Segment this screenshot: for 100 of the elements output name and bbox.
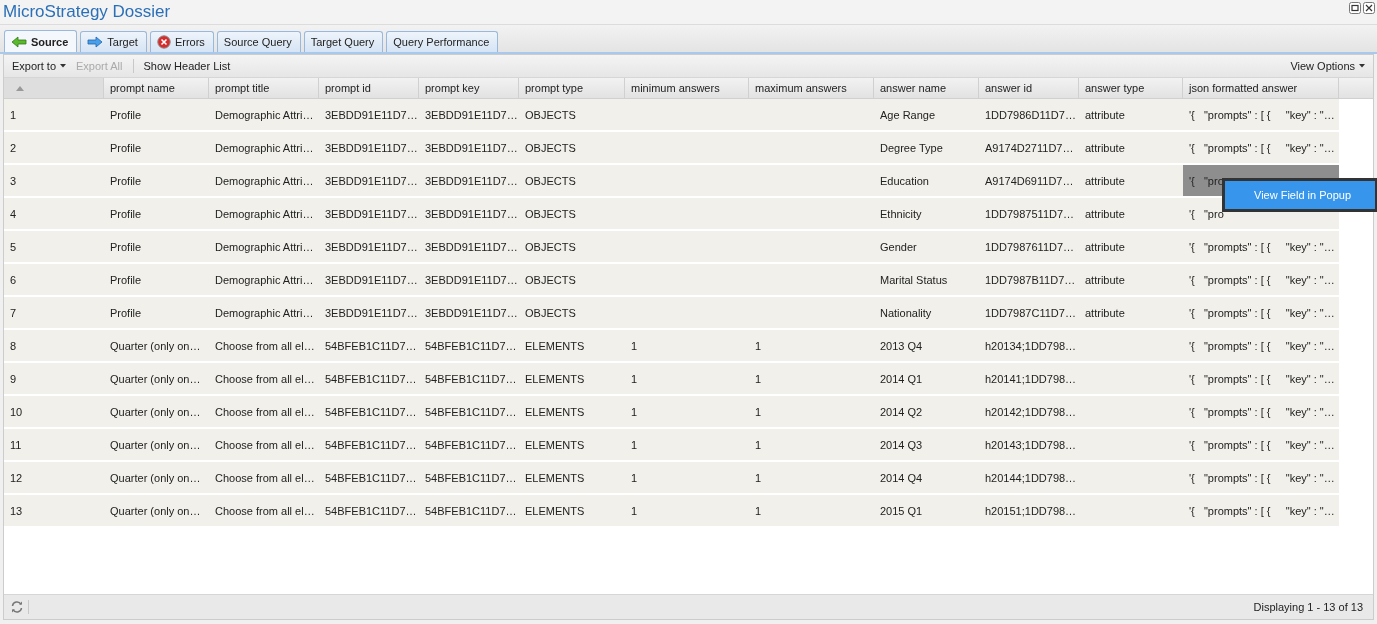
right-arrow-icon <box>87 36 104 48</box>
column-header[interactable]: prompt id <box>319 78 419 98</box>
table-cell: '{ "prompts" : [ { "key" : "… <box>1183 330 1339 361</box>
table-cell: 54BFEB1C11D7… <box>319 462 419 493</box>
table-cell: OBJECTS <box>519 198 625 229</box>
table-cell: Gender <box>874 231 979 262</box>
table-cell: 1 <box>749 396 874 427</box>
column-header[interactable]: prompt type <box>519 78 625 98</box>
table-cell: 1 <box>625 363 749 394</box>
table-cell: '{ "prompts" : [ { "key" : "… <box>1183 462 1339 493</box>
table-cell: 1DD7987C11D7… <box>979 297 1079 328</box>
tab[interactable]: Source <box>4 30 78 52</box>
table-cell: OBJECTS <box>519 99 625 130</box>
table-cell: Demographic Attri… <box>209 165 319 196</box>
row-number: 9 <box>4 363 104 394</box>
table-cell: 2014 Q4 <box>874 462 979 493</box>
column-header[interactable]: prompt name <box>104 78 209 98</box>
error-icon <box>156 35 171 49</box>
table-cell: 2014 Q3 <box>874 429 979 460</box>
table-cell: Choose from all el… <box>209 429 319 460</box>
tab[interactable]: Target Query <box>303 31 384 52</box>
table-cell: Quarter (only on… <box>104 363 209 394</box>
row-number: 3 <box>4 165 104 196</box>
table-cell: Demographic Attri… <box>209 297 319 328</box>
table-cell: 1 <box>749 429 874 460</box>
table-cell: 3EBDD91E11D7… <box>319 264 419 295</box>
table-cell: attribute <box>1079 264 1183 295</box>
show-header-list-button[interactable]: Show Header List <box>139 58 235 74</box>
table-cell: '{ "prompts" : [ { "key" : "… <box>1183 363 1339 394</box>
tab[interactable]: Errors <box>149 31 214 52</box>
table-cell: Quarter (only on… <box>104 429 209 460</box>
table-cell: Quarter (only on… <box>104 330 209 361</box>
table-cell: '{ "prompts" : [ { "key" : "… <box>1183 297 1339 328</box>
tab[interactable]: Target <box>80 31 147 52</box>
table-cell: 1 <box>625 330 749 361</box>
table-cell: Demographic Attri… <box>209 231 319 262</box>
refresh-icon[interactable] <box>10 600 24 614</box>
row-number: 5 <box>4 231 104 262</box>
table-cell: Choose from all el… <box>209 396 319 427</box>
table-cell: 54BFEB1C11D7… <box>319 396 419 427</box>
table-cell: 3EBDD91E11D7… <box>419 264 519 295</box>
close-icon[interactable] <box>1363 2 1375 14</box>
status-text: Displaying 1 - 13 of 13 <box>1253 601 1363 613</box>
column-header[interactable]: prompt title <box>209 78 319 98</box>
table-cell: OBJECTS <box>519 297 625 328</box>
column-header[interactable]: json formatted answer <box>1183 78 1339 98</box>
table-cell: 1 <box>749 363 874 394</box>
table-cell: '{ "prompts" : [ { "key" : "… <box>1183 132 1339 163</box>
table-cell: 1 <box>749 330 874 361</box>
table-cell: 1DD7987511D7… <box>979 198 1079 229</box>
table-cell: 2013 Q4 <box>874 330 979 361</box>
column-header[interactable]: prompt key <box>419 78 519 98</box>
row-number: 10 <box>4 396 104 427</box>
maximize-icon[interactable] <box>1349 2 1361 14</box>
tab[interactable]: Query Performance <box>386 31 499 52</box>
column-header[interactable]: minimum answers <box>625 78 749 98</box>
table-cell: 3EBDD91E11D7… <box>419 231 519 262</box>
table-cell: 54BFEB1C11D7… <box>419 363 519 394</box>
row-number: 2 <box>4 132 104 163</box>
column-header[interactable]: answer id <box>979 78 1079 98</box>
table-cell: 54BFEB1C11D7… <box>319 495 419 526</box>
table-cell: Choose from all el… <box>209 462 319 493</box>
table-cell: 54BFEB1C11D7… <box>319 363 419 394</box>
column-header[interactable]: answer type <box>1079 78 1183 98</box>
table-cell: Choose from all el… <box>209 495 319 526</box>
table-cell: 1 <box>625 462 749 493</box>
row-number: 1 <box>4 99 104 130</box>
table-cell: 54BFEB1C11D7… <box>419 396 519 427</box>
export-to-menu[interactable]: Export to <box>8 58 71 74</box>
table-cell: 1 <box>749 495 874 526</box>
table-cell: h20142;1DD798… <box>979 396 1079 427</box>
table-cell: '{ "prompts" : [ { "key" : "… <box>1183 396 1339 427</box>
column-header[interactable]: maximum answers <box>749 78 874 98</box>
table-cell: 3EBDD91E11D7… <box>319 297 419 328</box>
table-cell: h20134;1DD798… <box>979 330 1079 361</box>
table-cell: 1 <box>625 429 749 460</box>
tab[interactable]: Source Query <box>216 31 301 52</box>
table-cell: Demographic Attri… <box>209 198 319 229</box>
table-cell: attribute <box>1079 132 1183 163</box>
table-cell: ELEMENTS <box>519 429 625 460</box>
table-cell: 54BFEB1C11D7… <box>419 429 519 460</box>
table-cell: ELEMENTS <box>519 363 625 394</box>
table-cell: 3EBDD91E11D7… <box>319 231 419 262</box>
table-cell: 3EBDD91E11D7… <box>319 165 419 196</box>
table-cell: Profile <box>104 132 209 163</box>
table-cell: Marital Status <box>874 264 979 295</box>
table-cell: 1DD7986D11D7… <box>979 99 1079 130</box>
table-cell: 1 <box>749 462 874 493</box>
table-cell: 54BFEB1C11D7… <box>419 462 519 493</box>
table-cell: 1 <box>625 396 749 427</box>
view-options-menu[interactable]: View Options <box>1286 58 1369 74</box>
row-number: 13 <box>4 495 104 526</box>
table-cell: Profile <box>104 198 209 229</box>
column-header[interactable]: answer name <box>874 78 979 98</box>
row-number: 4 <box>4 198 104 229</box>
table-cell: A9174D2711D7… <box>979 132 1079 163</box>
table-cell: Ethnicity <box>874 198 979 229</box>
table-cell: 3EBDD91E11D7… <box>319 99 419 130</box>
table-cell: 2015 Q1 <box>874 495 979 526</box>
table-cell: '{ "prompts" : [ { "key" : "… <box>1183 99 1339 130</box>
